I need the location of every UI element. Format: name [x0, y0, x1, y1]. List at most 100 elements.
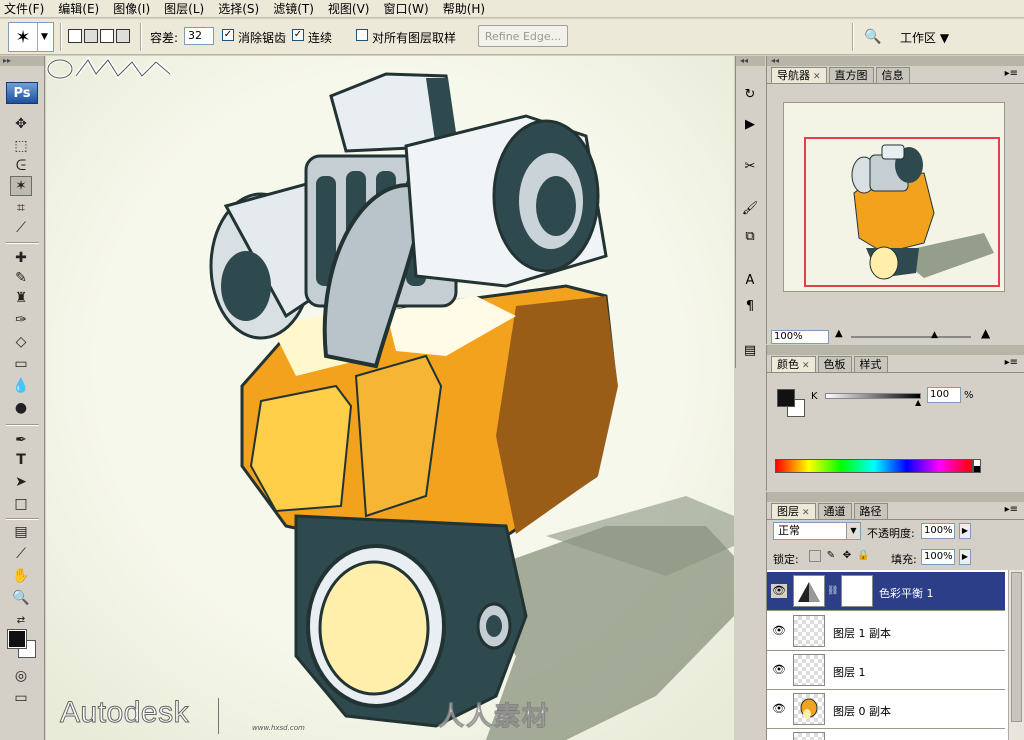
tab-styles[interactable]: 样式	[853, 356, 888, 372]
crop-tool-icon[interactable]: ⌗	[10, 198, 32, 218]
lock-position-icon[interactable]: ✥	[841, 550, 853, 562]
menu-image[interactable]: 图像(I)	[113, 0, 150, 17]
ps-logo[interactable]: Ps	[6, 82, 38, 104]
subtract-selection-icon[interactable]	[100, 29, 114, 43]
layer-mask-thumbnail[interactable]	[841, 575, 873, 607]
brushes-icon[interactable]: 🖌	[739, 198, 761, 218]
pen-tool-icon[interactable]: ✒	[10, 430, 32, 450]
eye-icon[interactable]: 👁	[771, 584, 787, 598]
menu-view[interactable]: 视图(V)	[328, 0, 370, 17]
hand-tool-icon[interactable]: ✋	[10, 566, 32, 586]
tab-histogram[interactable]: 直方图	[828, 67, 874, 83]
k-slider[interactable]	[825, 393, 921, 399]
screen-mode-icon[interactable]: ▭	[10, 688, 32, 708]
tab-color[interactable]: 颜色 ✕	[771, 356, 816, 372]
zoom-input[interactable]: 100%	[771, 330, 829, 344]
menu-select[interactable]: 选择(S)	[218, 0, 259, 17]
tab-paths[interactable]: 路径	[853, 503, 888, 519]
layers-scrollbar[interactable]	[1008, 570, 1024, 740]
type-tool-icon[interactable]: T	[10, 450, 32, 470]
sample-all-layers-checkbox[interactable]	[356, 29, 368, 41]
toolbox-grip[interactable]: ▸▸	[0, 56, 44, 66]
blur-tool-icon[interactable]: 💧	[10, 376, 32, 396]
menu-layer[interactable]: 图层(L)	[164, 0, 204, 17]
slice-tool-icon[interactable]: ⟋	[10, 218, 32, 238]
character-icon[interactable]: A	[739, 270, 761, 290]
path-selection-icon[interactable]: ➤	[10, 472, 32, 492]
zoom-slider[interactable]	[851, 336, 971, 338]
lock-all-icon[interactable]: 🔒	[857, 550, 869, 562]
new-selection-icon[interactable]	[68, 29, 82, 43]
document-canvas[interactable]: Autodesk www.hxsd.com 人人素材	[46, 56, 734, 740]
tab-info[interactable]: 信息	[875, 67, 910, 83]
tab-channels[interactable]: 通道	[817, 503, 852, 519]
k-value-input[interactable]: 100	[927, 387, 961, 403]
panel-grip[interactable]	[767, 345, 1024, 355]
layer-row[interactable]: 👁 图层 0 副本	[767, 690, 1005, 729]
zoom-slider-thumb[interactable]: ▲	[931, 330, 938, 340]
rectangle-tool-icon[interactable]: □	[10, 494, 32, 514]
layer-comps-icon[interactable]: ▤	[739, 340, 761, 360]
lock-pixels-icon[interactable]: ✎	[825, 550, 837, 562]
close-icon[interactable]: ✕	[802, 361, 810, 371]
tolerance-input[interactable]: 32	[184, 27, 214, 45]
clone-stamp-icon[interactable]: ♜	[10, 288, 32, 308]
menu-edit[interactable]: 编辑(E)	[58, 0, 99, 17]
add-selection-icon[interactable]	[84, 29, 98, 43]
link-icon[interactable]: ⛓	[827, 586, 838, 596]
lock-transparency-icon[interactable]	[809, 550, 821, 562]
menu-file[interactable]: 文件(F)	[4, 0, 44, 17]
close-icon[interactable]: ✕	[813, 72, 821, 82]
close-icon[interactable]: ✕	[802, 508, 810, 518]
eye-icon[interactable]: 👁	[771, 624, 787, 638]
history-icon[interactable]: ↻	[739, 84, 761, 104]
antialias-checkbox[interactable]: ✓	[222, 29, 234, 41]
file-browser-icon[interactable]: 🔍	[858, 25, 888, 49]
menu-window[interactable]: 窗口(W)	[383, 0, 428, 17]
layer-row[interactable]: 👁 ⛓ 色彩平衡 1	[767, 572, 1005, 611]
blend-mode-select[interactable]: 正常 ▼	[773, 522, 861, 540]
foreground-color-swatch[interactable]	[7, 629, 27, 649]
panel-menu-icon[interactable]: ▸≡	[1005, 68, 1018, 79]
quick-mask-icon[interactable]: ◎	[10, 666, 32, 686]
lasso-tool-icon[interactable]: ᕮ	[10, 156, 32, 176]
layer-row[interactable]: 👁 图层 1 副本	[767, 612, 1005, 651]
menu-filter[interactable]: 滤镜(T)	[273, 0, 314, 17]
panel-grip[interactable]: ◂◂	[767, 56, 1024, 66]
paragraph-icon[interactable]: ¶	[739, 296, 761, 316]
intersect-selection-icon[interactable]	[116, 29, 130, 43]
foreground-color-swatch[interactable]	[777, 389, 795, 407]
navigator-thumbnail[interactable]	[783, 102, 1005, 292]
eye-icon[interactable]: 👁	[771, 702, 787, 716]
panel-menu-icon[interactable]: ▸≡	[1005, 504, 1018, 515]
tool-preset-picker[interactable]: ✶ ▼	[8, 22, 54, 52]
brush-tool-icon[interactable]: ✎	[10, 268, 32, 288]
panel-grip[interactable]	[767, 492, 1024, 502]
zoom-in-icon[interactable]: ▲	[981, 326, 990, 340]
menu-help[interactable]: 帮助(H)	[443, 0, 485, 17]
refine-edge-button[interactable]: Refine Edge...	[478, 25, 568, 47]
layer-row[interactable]: 👁 图层 1	[767, 651, 1005, 690]
notes-tool-icon[interactable]: ▤	[10, 522, 32, 542]
fill-arrow-icon[interactable]: ▶	[959, 549, 971, 565]
move-tool-icon[interactable]: ✥	[10, 114, 32, 134]
marquee-tool-icon[interactable]: ⬚	[10, 136, 32, 156]
dock-grip[interactable]: ◂◂	[736, 56, 765, 66]
fill-input[interactable]: 100%	[921, 549, 955, 565]
history-brush-icon[interactable]: ✑	[10, 310, 32, 330]
gradient-tool-icon[interactable]: ▭	[10, 354, 32, 374]
black-white-ramp[interactable]	[973, 459, 981, 473]
tab-layers[interactable]: 图层 ✕	[771, 503, 816, 519]
tab-swatches[interactable]: 色板	[817, 356, 852, 372]
workspace-menu[interactable]: 工作区 ▼	[900, 29, 949, 46]
actions-icon[interactable]: ▶	[739, 114, 761, 134]
layer-row[interactable]: 👁	[767, 729, 1005, 740]
dodge-tool-icon[interactable]: ●	[10, 398, 32, 418]
color-spectrum-bar[interactable]	[775, 459, 973, 473]
eyedropper-tool-icon[interactable]: ⟋	[10, 544, 32, 564]
zoom-out-icon[interactable]: ▲	[835, 328, 843, 339]
magic-wand-tool-icon[interactable]: ✶	[10, 176, 32, 196]
default-colors-icon[interactable]: ⇄	[10, 610, 32, 630]
zoom-tool-icon[interactable]: 🔍	[10, 588, 32, 608]
navigator-view-box[interactable]	[804, 137, 1000, 287]
